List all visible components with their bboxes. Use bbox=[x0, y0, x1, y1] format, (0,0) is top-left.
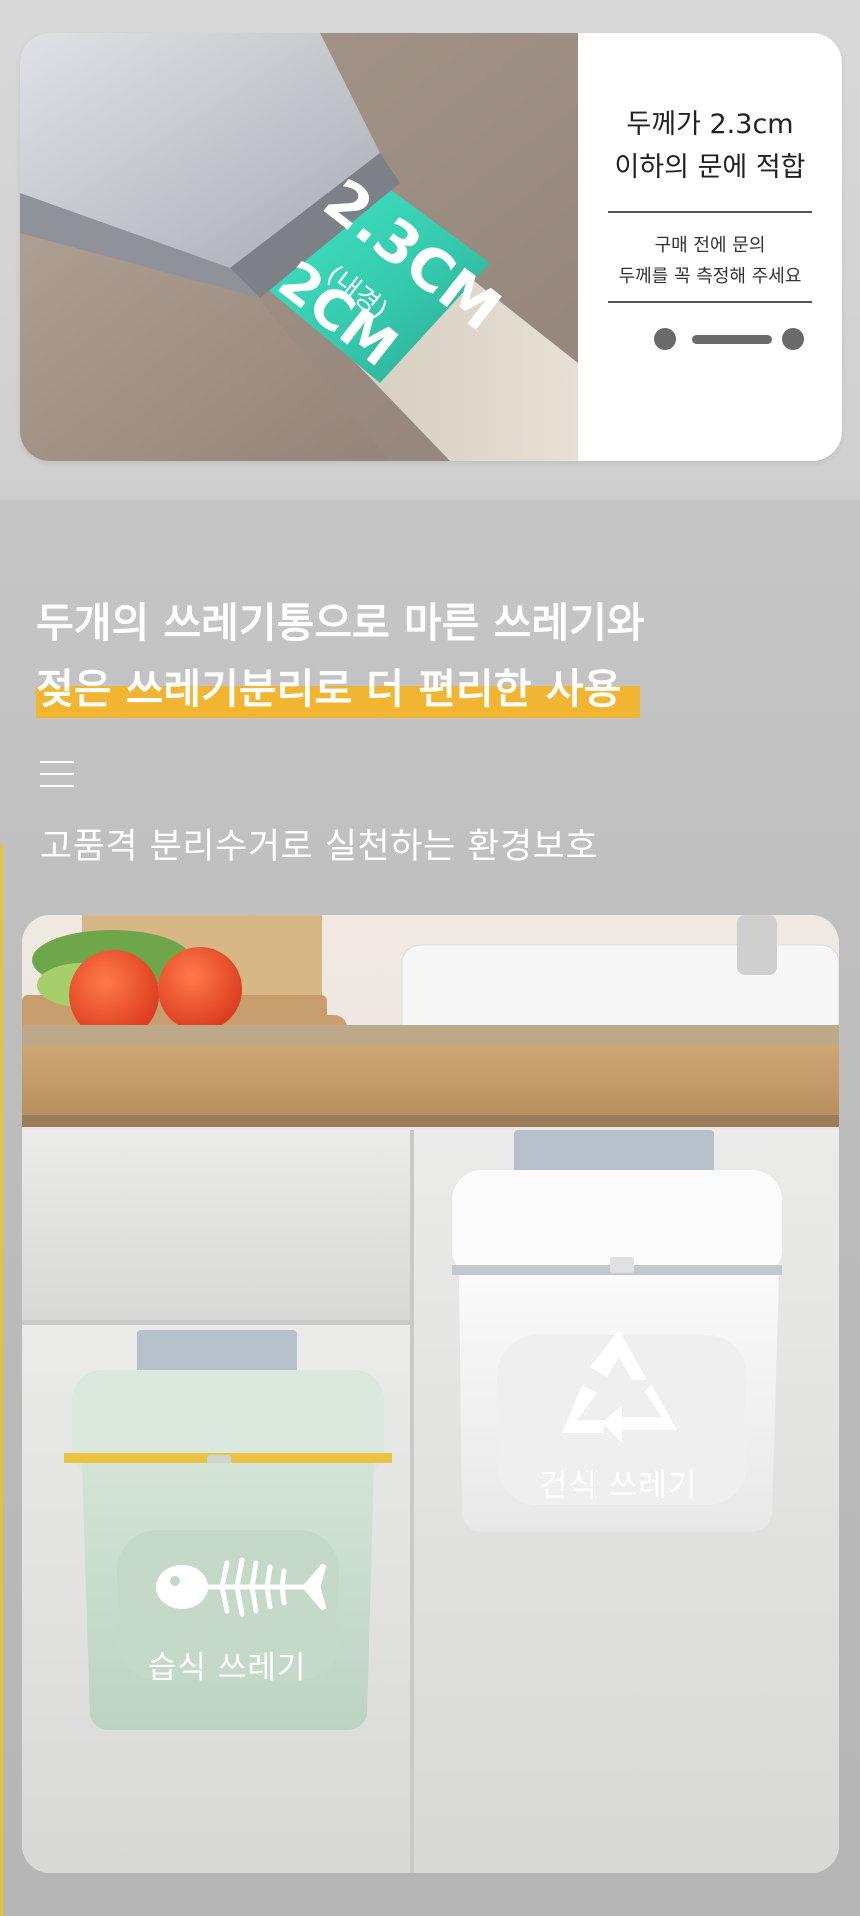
edge-accent-line bbox=[0, 845, 3, 1916]
divider-bottom bbox=[608, 301, 812, 303]
divider-top bbox=[608, 211, 812, 213]
kitchen-bins-photo bbox=[22, 915, 839, 1873]
feature-headline: 두개의 쓰레기통으로 마른 쓰레기와 젖은 쓰레기분리로 더 편리한 사용 bbox=[36, 590, 645, 722]
indicator-dot-left bbox=[654, 328, 676, 350]
product-photo-card bbox=[22, 915, 839, 1873]
measure-note: 구매 전에 문의 두께를 꼭 측정해 주세요 bbox=[618, 235, 802, 287]
indicator-dot-right bbox=[782, 328, 804, 350]
slide-indicator bbox=[654, 327, 804, 351]
wet-waste-label: 습식 쓰레기 bbox=[148, 1650, 307, 1686]
dry-waste-label: 건식 쓰레기 bbox=[539, 1468, 698, 1504]
door-thickness-info: 두께가 2.3cm 이하의 문에 적합 구매 전에 문의 두께를 꼭 측정해 주… bbox=[578, 33, 842, 461]
indicator-bar bbox=[692, 335, 772, 344]
headline-line-1: 두개의 쓰레기통으로 마른 쓰레기와 bbox=[36, 599, 645, 647]
fit-title: 두께가 2.3cm 이하의 문에 적합 bbox=[614, 109, 806, 183]
feature-subheadline: 고품격 분리수거로 실천하는 환경보호 bbox=[40, 827, 599, 867]
door-thickness-photo: 2.3CM (내경) 2CM bbox=[20, 33, 578, 461]
headline-line-2: 젖은 쓰레기분리로 더 편리한 사용 bbox=[36, 665, 622, 713]
menu-icon bbox=[40, 761, 74, 787]
door-thickness-card: 2.3CM (내경) 2CM 두께가 2.3cm 이하의 문에 적합 구매 전에… bbox=[20, 33, 842, 461]
